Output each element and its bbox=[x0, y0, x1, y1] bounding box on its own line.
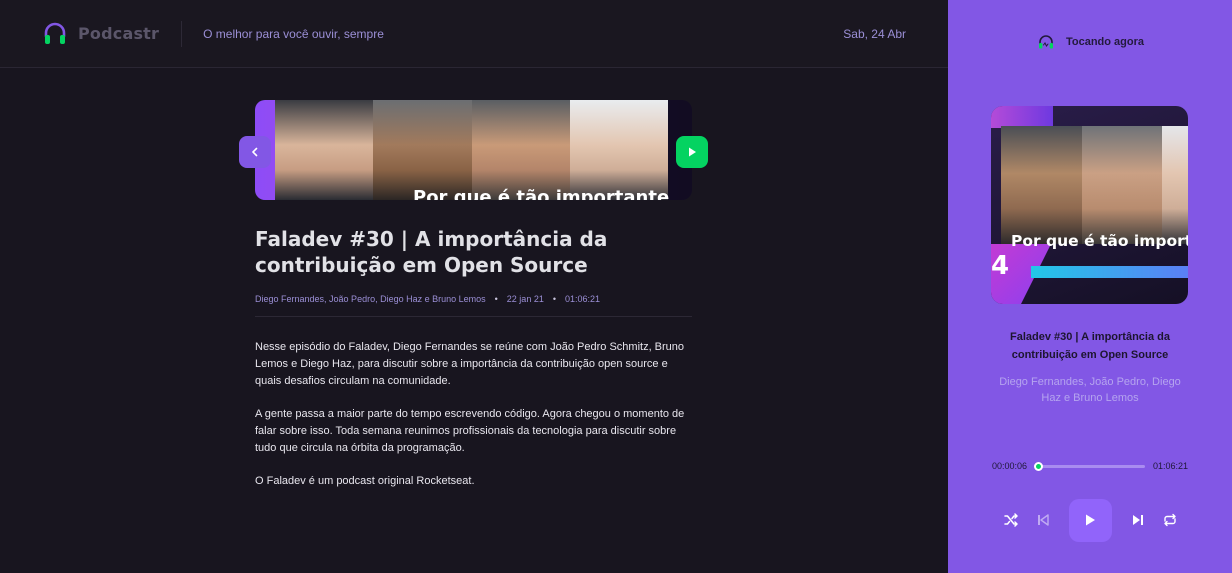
thumbnail-person bbox=[373, 100, 472, 200]
progress-slider[interactable] bbox=[1034, 461, 1145, 471]
next-button[interactable] bbox=[1130, 512, 1146, 528]
episode-meta: Diego Fernandes, João Pedro, Diego Haz e… bbox=[255, 294, 692, 317]
next-icon bbox=[1132, 515, 1143, 525]
cover-decoration bbox=[1031, 266, 1188, 278]
play-button[interactable] bbox=[1068, 498, 1112, 542]
play-icon bbox=[689, 147, 696, 157]
repeat-button[interactable] bbox=[1162, 512, 1178, 528]
repeat-icon bbox=[1163, 513, 1176, 527]
episode-duration: 01:06:21 bbox=[565, 294, 601, 304]
description-paragraph: Nesse episódio do Faladev, Diego Fernand… bbox=[255, 341, 685, 387]
player-episode-title: Faladev #30 | A importância da contribui… bbox=[1010, 331, 1170, 361]
cover-person bbox=[1162, 126, 1188, 244]
episode-page: Por que é tão importante Faladev #30 | A… bbox=[0, 68, 948, 573]
headphones-icon bbox=[44, 22, 66, 44]
total-time: 01:06:21 bbox=[1152, 461, 1188, 471]
shuffle-icon bbox=[1003, 513, 1018, 527]
player-panel: Tocando agora 4 Por que é tão importante… bbox=[948, 0, 1232, 573]
previous-icon bbox=[1037, 514, 1049, 526]
episode-date: 22 jan 21 bbox=[506, 294, 544, 304]
cover-person bbox=[1081, 126, 1162, 244]
app-name: Podcastr bbox=[78, 24, 160, 43]
previous-button[interactable] bbox=[1035, 512, 1051, 528]
player-controls bbox=[948, 498, 1232, 542]
header-divider bbox=[181, 20, 183, 47]
play-episode-button[interactable] bbox=[676, 136, 708, 168]
episode-description: Nesse episódio do Faladev, Diego Fernand… bbox=[255, 339, 695, 506]
current-time: 00:00:06 bbox=[992, 461, 1028, 471]
episode-thumbnail: Por que é tão importante bbox=[255, 100, 692, 200]
current-date: Sab, 24 Abr bbox=[843, 26, 906, 41]
description-paragraph: O Faladev é um podcast original Rocketse… bbox=[255, 475, 475, 487]
shuffle-button[interactable] bbox=[1003, 512, 1019, 528]
progress-handle[interactable] bbox=[1034, 461, 1044, 471]
chevron-left-icon bbox=[252, 147, 258, 157]
description-paragraph: A gente passa a maior parte do tempo esc… bbox=[255, 408, 685, 454]
thumbnail-caption: Por que é tão importante bbox=[413, 187, 670, 200]
back-button[interactable] bbox=[239, 136, 271, 168]
headphones-icon bbox=[1036, 32, 1056, 52]
cover-number: 4 bbox=[991, 251, 1010, 281]
episode-title: Faladev #30 | A importância da contribui… bbox=[255, 227, 608, 277]
thumbnail-person bbox=[471, 100, 570, 200]
cover-person bbox=[1001, 126, 1082, 244]
logo[interactable]: Podcastr bbox=[42, 21, 159, 47]
tagline: O melhor para você ouvir, sempre bbox=[203, 26, 384, 41]
cover-caption: Por que é tão importante contribuir em O… bbox=[1011, 232, 1188, 250]
episode-members: Diego Fernandes, João Pedro, Diego Haz e… bbox=[255, 294, 486, 304]
player-episode-members: Diego Fernandes, João Pedro, Diego Haz e… bbox=[999, 376, 1181, 404]
now-playing-label: Tocando agora bbox=[1065, 36, 1145, 48]
meta-separator: • bbox=[494, 294, 498, 304]
play-icon bbox=[1086, 514, 1095, 526]
player-cover: 4 Por que é tão importante contribuir em… bbox=[991, 106, 1188, 304]
progress-bar: 00:00:06 01:06:21 bbox=[992, 460, 1188, 472]
meta-separator: • bbox=[552, 294, 556, 304]
thumbnail-person bbox=[569, 100, 668, 200]
top-header: Podcastr O melhor para você ouvir, sempr… bbox=[0, 0, 948, 68]
cover-decoration bbox=[991, 106, 1053, 128]
thumbnail-person bbox=[275, 100, 374, 200]
now-playing-header: Tocando agora bbox=[948, 32, 1232, 52]
